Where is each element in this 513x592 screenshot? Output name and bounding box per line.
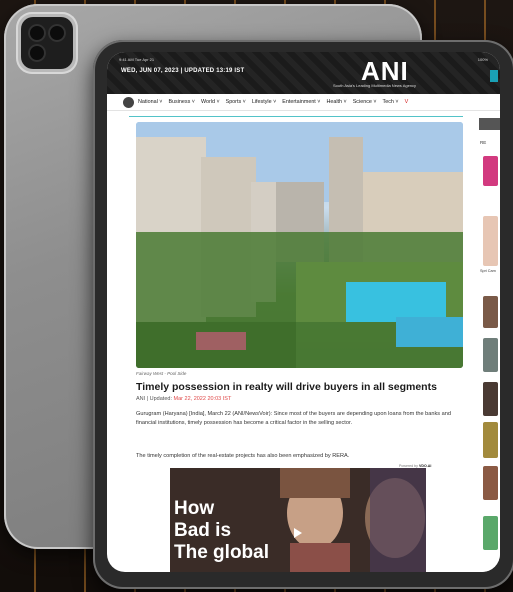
right-sidebar: RE Spri Cam xyxy=(479,116,500,572)
sidebar-snippet: Spri Cam xyxy=(480,269,496,273)
nav-item-sports[interactable]: Sports ˅ xyxy=(226,99,246,105)
nav-item-world[interactable]: World ˅ xyxy=(201,99,220,105)
nav-item-health[interactable]: Health ˅ xyxy=(326,99,346,105)
video-text-line-3: The global xyxy=(174,542,269,563)
nav-item-tech[interactable]: Tech ˅ xyxy=(383,99,399,105)
nav-item-lifestyle[interactable]: Lifestyle ˅ xyxy=(252,99,276,105)
video-text-line-1: How xyxy=(174,498,215,519)
nav-item-business[interactable]: Business ˅ xyxy=(168,99,195,105)
video-player[interactable]: How Bad is The global xyxy=(170,468,426,572)
nav-item-videos[interactable]: V xyxy=(405,99,409,105)
byline-prefix: ANI | Updated: xyxy=(136,396,172,402)
article-paragraph-1: Gurugram (Haryana) [India], March 22 (AN… xyxy=(136,411,451,426)
status-battery: 100% xyxy=(477,57,488,62)
sidebar-label: RE xyxy=(480,140,487,145)
sidebar-thumb[interactable] xyxy=(483,338,498,372)
site-header: 9:41 AM Tue Apr 21 100% WED, JUN 07, 202… xyxy=(107,52,500,94)
video-overlay-text: How Bad is The global xyxy=(174,498,269,564)
nav-item-national[interactable]: National ˅ xyxy=(138,99,162,105)
nav-item-science[interactable]: Science ˅ xyxy=(353,99,377,105)
site-tagline: South Asia's Leading Multimedia News Age… xyxy=(333,83,417,88)
sidebar-thumb[interactable] xyxy=(483,156,498,186)
play-icon[interactable] xyxy=(294,528,302,538)
article-paragraph-2: The timely completion of the real-estate… xyxy=(136,453,350,459)
sidebar-thumb[interactable] xyxy=(483,216,498,266)
accent-divider xyxy=(129,116,463,117)
camera-lens-icon xyxy=(28,24,46,42)
nav-item-entertainment[interactable]: Entertainment ˅ xyxy=(282,99,320,105)
sidebar-tab[interactable] xyxy=(479,118,500,130)
article-byline: ANI | Updated: Mar 22, 2022 20:03 IST xyxy=(136,396,231,402)
video-text-line-2: Bad is xyxy=(174,520,232,541)
dateline: WED, JUN 07, 2023 | UPDATED 13:19 IST xyxy=(121,68,245,74)
camera-lens-icon xyxy=(48,24,66,42)
sidebar-thumb[interactable] xyxy=(483,422,498,458)
article-content: Fairway West - Pool Side Timely possessi… xyxy=(129,116,465,572)
globe-icon[interactable] xyxy=(123,96,134,108)
article-hero-image[interactable] xyxy=(136,122,463,368)
ipad-screen: 9:41 AM Tue Apr 21 100% WED, JUN 07, 202… xyxy=(107,52,500,572)
camera-lens-icon xyxy=(28,44,46,62)
article-headline: Timely possession in realty will drive b… xyxy=(136,381,437,393)
hero-illustration xyxy=(136,122,463,368)
status-time: 9:41 AM Tue Apr 21 xyxy=(119,57,155,62)
sidebar-thumb[interactable] xyxy=(483,516,498,550)
sidebar-thumb[interactable] xyxy=(483,382,498,416)
image-caption: Fairway West - Pool Side xyxy=(136,371,187,376)
byline-date: Mar 22, 2022 20:03 IST xyxy=(173,396,232,402)
sidebar-thumb[interactable] xyxy=(483,466,498,500)
camera-module xyxy=(16,12,78,74)
sidebar-thumb[interactable] xyxy=(483,296,498,328)
play-badge-icon[interactable] xyxy=(490,70,498,82)
main-nav: National ˅ Business ˅ World ˅ Sports ˅ L… xyxy=(107,94,500,111)
